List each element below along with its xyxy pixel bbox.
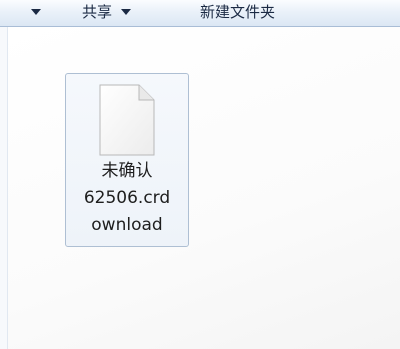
chevron-down-icon	[31, 8, 42, 15]
command-bar: 打开 共享 新建文件夹	[0, 0, 400, 27]
file-list-area[interactable]: 未确认 62506.crd ownload	[8, 27, 400, 349]
file-name: 未确认 62506.crd ownload	[66, 158, 188, 239]
blank-document-icon	[99, 84, 155, 156]
file-name-line: ownload	[91, 215, 163, 235]
share-menu-button[interactable]: 共享	[82, 0, 132, 26]
new-folder-button[interactable]: 新建文件夹	[200, 0, 275, 26]
file-item[interactable]: 未确认 62506.crd ownload	[65, 73, 189, 247]
navigation-pane[interactable]	[0, 27, 8, 349]
file-name-line: 62506.crd	[83, 188, 171, 208]
share-label: 共享	[82, 3, 113, 21]
open-menu-button[interactable]: 打开	[0, 0, 42, 26]
chevron-down-icon	[121, 8, 132, 15]
new-folder-label: 新建文件夹	[200, 3, 276, 21]
file-name-line: 未确认	[101, 161, 153, 181]
